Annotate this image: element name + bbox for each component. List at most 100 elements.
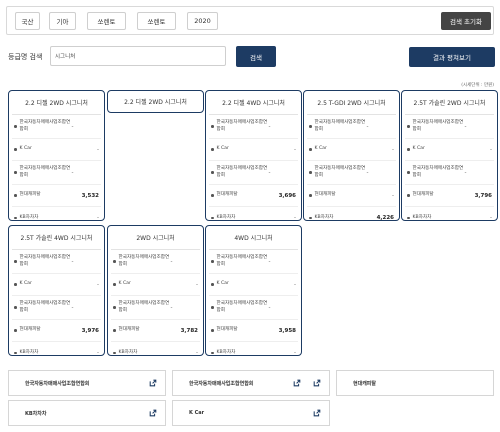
grade-card[interactable]: 2.5 T-GDI 2WD 시그니처 한국자동차매매사업조합연합회 - K Car - 한… <box>303 90 400 221</box>
bullet-icon <box>309 194 312 197</box>
price-value: - <box>490 146 492 153</box>
price-row-kcar: K Car - <box>307 139 396 161</box>
price-value: - <box>490 215 492 221</box>
price-row-sale-assoc-2: 한국자동차매매사업조합연합회 - <box>209 296 298 320</box>
grade-card[interactable]: 4WD 시그니처 한국자동차매매사업조합연합회 - K Car - 한국자동차매매사업조합… <box>205 225 302 356</box>
source-name: 현대캐피탈 <box>216 192 238 198</box>
source-name: 한국자동차매매사업조합연합회 <box>19 166 71 178</box>
source-link[interactable]: 현대캐피탈 <box>336 370 494 396</box>
average-result-button[interactable]: 결과 평쳐보기 <box>409 47 495 67</box>
external-link-icon[interactable] <box>149 409 157 417</box>
bullet-icon <box>14 125 17 128</box>
price-value: - <box>392 146 394 153</box>
source-name: 한국자동차매매사업조합연합회 <box>19 120 71 132</box>
external-link-icon[interactable] <box>313 409 321 417</box>
price-row-hyundai-capital: 현대캐피탈 3,782 <box>111 320 200 342</box>
price-row-sale-assoc-2: 한국자동차매매사업조합연합회 - <box>12 161 101 185</box>
price-row-kcar: K Car - <box>209 139 298 161</box>
price-value: - <box>392 192 394 199</box>
price-row-kb-chachacha: KB차차차 - <box>12 342 101 364</box>
price-value: - <box>268 258 271 265</box>
source-link[interactable]: 한국자동차매매사업조합연합회 <box>8 370 166 396</box>
source-name: 현대캐피탈 <box>118 327 140 333</box>
price-row-sale-assoc: 한국자동차매매사업조합연합회 - <box>307 115 396 139</box>
price-row-kcar: K Car - <box>12 139 101 161</box>
source-name: K Car <box>19 146 32 152</box>
grade-card[interactable]: 2.5T 가솔린 4WD 시그니처 한국자동차매매사업조합연합회 - K Car - 한국… <box>8 225 105 356</box>
bullet-icon <box>211 216 214 220</box>
price-row-sale-assoc-2: 한국자동차매매사업조합연합회 - <box>405 161 494 185</box>
price-value: 3,696 <box>278 192 296 199</box>
grade-card[interactable]: 2.2 디젤 2WD 시그니처 <box>107 90 204 113</box>
source-name: KB차차차 <box>412 214 432 220</box>
price-value: - <box>97 281 99 288</box>
price-value: - <box>294 281 296 288</box>
bullet-icon <box>211 171 214 174</box>
price-value: - <box>71 123 74 130</box>
filter-chip-year[interactable]: 2020 <box>187 12 218 30</box>
grade-card[interactable]: 2WD 시그니처 한국자동차매매사업조합연합회 - K Car - 한국자동차매매사업조합… <box>107 225 204 356</box>
bullet-icon <box>211 283 214 286</box>
filter-chip-maker[interactable]: 기아 <box>49 12 76 30</box>
source-link[interactable]: 한국자동차매매사업조합연합회 <box>172 370 330 396</box>
grade-card-title: 2.2 디젤 2WD 시그니처 <box>124 98 187 106</box>
search-button[interactable]: 검색 <box>236 46 276 67</box>
price-value: - <box>268 304 271 311</box>
filter-chip-origin[interactable]: 국산 <box>15 12 40 30</box>
bullet-icon <box>407 171 410 174</box>
source-name: 한국자동차매매사업조합연합회 <box>216 166 268 178</box>
reset-search-button[interactable]: 검색 초기화 <box>441 12 491 30</box>
external-link-icon[interactable] <box>293 379 301 387</box>
filter-chip-model[interactable]: 쏘렌토 <box>87 12 126 30</box>
bullet-icon <box>113 260 116 263</box>
grade-search-input[interactable]: 시그니처 <box>50 46 226 66</box>
bullet-icon <box>211 329 214 332</box>
source-name: 현대캐피탈 <box>19 192 41 198</box>
external-link-icon[interactable] <box>313 379 321 387</box>
price-row-kb-chachacha: KB차차차 - <box>209 342 298 364</box>
price-row-sale-assoc: 한국자동차매매사업조합연합회 - <box>111 250 200 274</box>
price-row-sale-assoc: 한국자동차매매사업조합연합회 - <box>12 250 101 274</box>
bullet-icon <box>14 148 17 151</box>
bullet-icon <box>211 125 214 128</box>
price-value: - <box>97 146 99 153</box>
price-row-kcar: K Car - <box>405 139 494 161</box>
source-name: 한국자동차매매사업조합연합회 <box>412 166 464 178</box>
source-name: 현대캐피탈 <box>314 192 336 198</box>
bullet-icon <box>407 216 410 220</box>
bullet-icon <box>113 351 116 355</box>
price-value: 3,976 <box>81 327 99 334</box>
source-name: 한국자동차매매사업조합연합회 <box>216 255 268 267</box>
price-value: 3,796 <box>474 192 492 199</box>
price-row-hyundai-capital: 현대캐피탈 3,976 <box>12 320 101 342</box>
price-value: - <box>268 169 271 176</box>
source-link[interactable]: KB차차차 <box>8 400 166 426</box>
source-name: 현대캐피탈 <box>19 327 41 333</box>
price-row-kb-chachacha: KB차차차 - <box>111 342 200 364</box>
source-link[interactable]: K Car <box>172 400 330 426</box>
grade-card-title: 2.5 T-GDI 2WD 시그니처 <box>307 91 396 115</box>
bullet-icon <box>14 306 17 309</box>
grade-card[interactable]: 2.2 디젤 4WD 시그니처 한국자동차매매사업조합연합회 - K Car - 한국자동… <box>205 90 302 221</box>
price-value: - <box>71 258 74 265</box>
price-value: - <box>196 350 198 356</box>
grade-card[interactable]: 2.5T 가솔린 2WD 시그니처 한국자동차매매사업조합연합회 - K Car - 한국… <box>401 90 498 221</box>
grade-card-title: 2.5T 가솔린 4WD 시그니처 <box>12 226 101 250</box>
source-name: 한국자동차매매사업조합연합회 <box>216 120 268 132</box>
source-name: 현대캐피탈 <box>412 192 434 198</box>
grade-card-title: 2.2 디젤 4WD 시그니처 <box>209 91 298 115</box>
price-value: - <box>464 123 467 130</box>
grade-card[interactable]: 2.2 디젤 2WD 시그니처 한국자동차매매사업조합연합회 - K Car - 한국자동… <box>8 90 105 221</box>
price-value: - <box>170 304 173 311</box>
bullet-icon <box>113 283 116 286</box>
filter-chip-submodel[interactable]: 쏘렌토 <box>137 12 176 30</box>
bullet-icon <box>14 351 17 355</box>
external-link-icon[interactable] <box>149 379 157 387</box>
bullet-icon <box>309 216 312 220</box>
source-link-label: 한국자동차매매사업조합연합회 <box>189 380 254 387</box>
price-row-sale-assoc: 한국자동차매매사업조합연합회 - <box>405 115 494 139</box>
price-value: - <box>294 215 296 221</box>
source-name: 현대캐피탈 <box>216 327 238 333</box>
bullet-icon <box>14 329 17 332</box>
source-name: K Car <box>314 146 327 152</box>
